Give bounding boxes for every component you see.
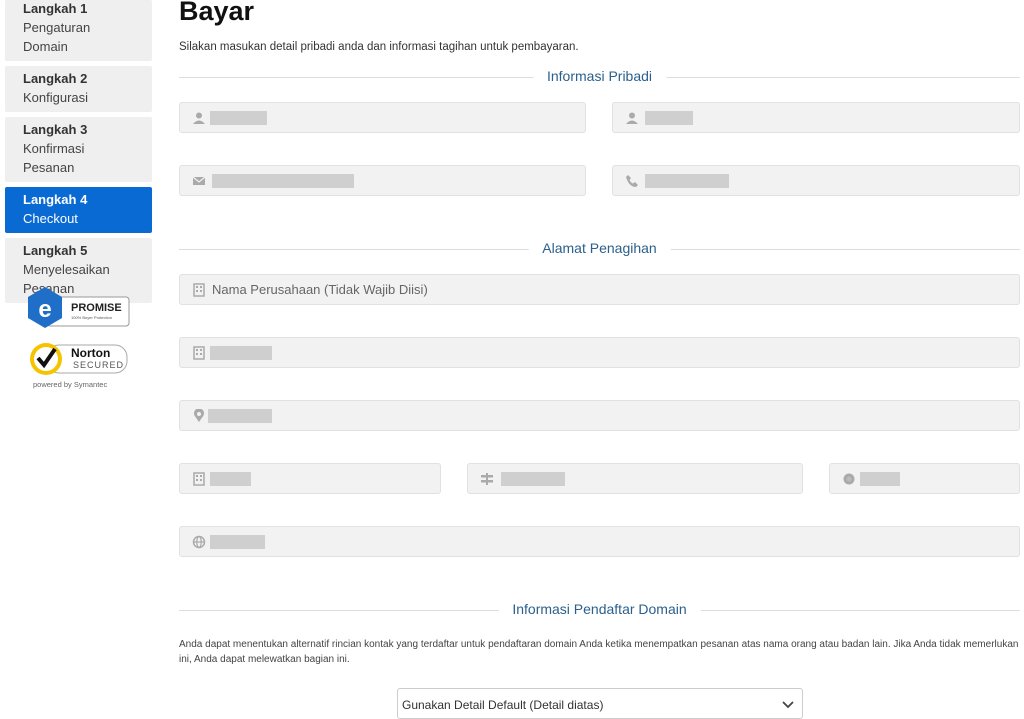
certificate-icon	[843, 473, 855, 485]
city-field[interactable]	[179, 463, 441, 494]
chevron-down-icon	[782, 701, 794, 709]
norton-subtitle: SECURED	[73, 360, 125, 370]
company-name-placeholder: Nama Perusahaan (Tidak Wajib Diisi)	[212, 282, 428, 297]
step-2[interactable]: Langkah 2 Konfigurasi	[5, 66, 152, 112]
section-personal-info-title: Informasi Pribadi	[532, 68, 667, 84]
registrant-note: Anda dapat menentukan alternatif rincian…	[179, 639, 1019, 665]
phone-icon	[626, 175, 638, 187]
section-domain-registrant-title: Informasi Pendaftar Domain	[498, 601, 701, 617]
svg-text:e: e	[38, 296, 51, 323]
step-1[interactable]: Langkah 1 Pengaturan Domain	[5, 0, 152, 61]
step-3-title: Langkah 3	[23, 122, 88, 137]
email-field[interactable]	[179, 165, 586, 196]
norton-badge: Norton SECURED powered by Symantec	[25, 338, 131, 392]
step-3-desc: Konfirmasi Pesanan	[23, 141, 85, 175]
page-intro: Silakan masukan detail pribadi anda dan …	[179, 41, 579, 53]
signpost-icon	[481, 473, 493, 485]
envelope-icon	[192, 176, 206, 185]
norton-powered-by: powered by Symantec	[33, 380, 108, 389]
step-4-title: Langkah 4	[23, 192, 88, 207]
building-icon	[193, 283, 205, 297]
step-5-title: Langkah 5	[23, 243, 88, 258]
epromise-title: PROMISE	[71, 302, 122, 314]
postcode-field[interactable]	[829, 463, 1020, 494]
step-1-title: Langkah 1	[23, 1, 88, 16]
epromise-badge: e PROMISE 100% Buyer Protection	[25, 286, 131, 330]
country-field[interactable]	[179, 526, 1020, 557]
section-domain-registrant: Informasi Pendaftar Domain	[179, 600, 1020, 620]
checkout-steps-sidebar: Langkah 1 Pengaturan Domain Langkah 2 Ko…	[5, 0, 152, 308]
building-icon	[193, 472, 205, 486]
page-title: Bayar	[179, 0, 255, 26]
norton-title: Norton	[71, 346, 111, 360]
first-name-field[interactable]	[179, 102, 586, 133]
user-icon	[193, 112, 205, 124]
section-personal-info: Informasi Pribadi	[179, 67, 1020, 87]
building-icon	[193, 346, 205, 360]
user-icon	[626, 112, 638, 124]
registrant-select-value: Gunakan Detail Default (Detail diatas)	[402, 698, 604, 712]
address-2-field[interactable]	[179, 400, 1020, 431]
step-1-desc: Pengaturan Domain	[23, 20, 91, 54]
section-billing-address-title: Alamat Penagihan	[528, 240, 671, 256]
step-3[interactable]: Langkah 3 Konfirmasi Pesanan	[5, 117, 152, 182]
epromise-subtitle: 100% Buyer Protection	[71, 315, 112, 320]
state-field[interactable]	[467, 463, 803, 494]
last-name-field[interactable]	[612, 102, 1020, 133]
globe-icon	[192, 535, 206, 549]
step-4[interactable]: Langkah 4 Checkout	[5, 187, 152, 233]
address-field[interactable]	[179, 337, 1020, 368]
section-billing-address: Alamat Penagihan	[179, 239, 1020, 259]
map-marker-icon	[194, 409, 204, 422]
company-name-field[interactable]: Nama Perusahaan (Tidak Wajib Diisi)	[179, 274, 1020, 305]
step-2-desc: Konfigurasi	[23, 90, 89, 105]
phone-field[interactable]	[612, 165, 1020, 196]
step-4-desc: Checkout	[23, 211, 78, 226]
registrant-contact-select[interactable]: Gunakan Detail Default (Detail diatas)	[397, 688, 803, 719]
step-2-title: Langkah 2	[23, 71, 88, 86]
